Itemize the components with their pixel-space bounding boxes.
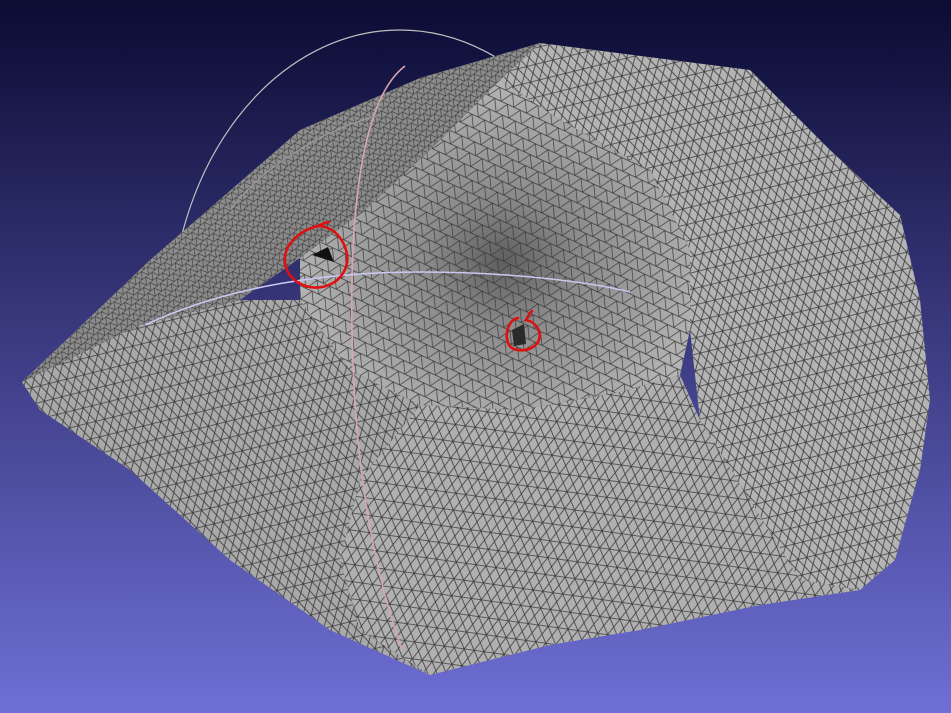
mesh-render-canvas[interactable]: [0, 0, 951, 713]
3d-viewport[interactable]: [0, 0, 951, 713]
